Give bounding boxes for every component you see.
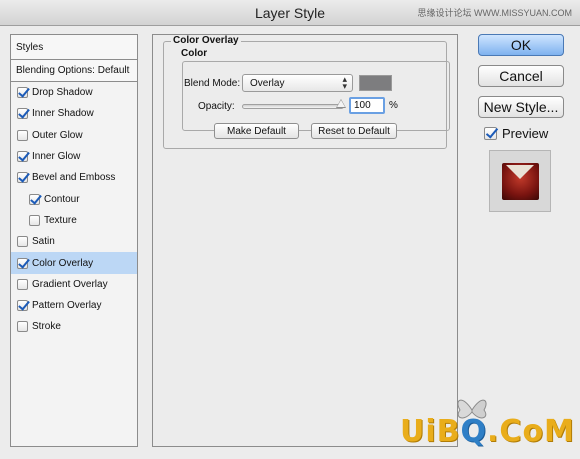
preview-toggle[interactable]: Preview [484, 126, 548, 141]
style-item-stroke[interactable]: Stroke [11, 316, 137, 337]
style-item-label: Bevel and Emboss [32, 172, 116, 184]
preview-label: Preview [502, 126, 549, 141]
satin-checkbox[interactable] [17, 236, 28, 248]
blend-mode-value: Overlay [250, 78, 285, 89]
title-bar: Layer Style 思缘设计论坛 WWW.MISSYUAN.COM [0, 0, 580, 26]
style-item-label: Drop Shadow [32, 87, 93, 99]
style-item-bevel-emboss[interactable]: Bevel and Emboss [11, 167, 137, 188]
inner-glow-checkbox[interactable] [17, 151, 28, 163]
outer-glow-checkbox[interactable] [17, 129, 28, 141]
style-item-drop-shadow[interactable]: Drop Shadow [11, 82, 137, 103]
color-overlay-heading: Color Overlay [171, 35, 241, 46]
reset-to-default-button[interactable]: Reset to Default [311, 123, 397, 139]
styles-list-panel: Styles Blending Options: Default Drop Sh… [10, 34, 138, 447]
opacity-slider-thumb[interactable] [336, 99, 346, 108]
blend-mode-select[interactable]: Overlay ▴ ▾ [242, 74, 353, 92]
color-group [182, 61, 450, 131]
color-overlay-checkbox[interactable] [17, 257, 28, 269]
style-item-label: Color Overlay [32, 257, 94, 269]
styles-header[interactable]: Styles [11, 35, 137, 60]
cancel-button[interactable]: Cancel [478, 65, 564, 87]
site-logo-text: UiBQ.CoM [400, 414, 575, 449]
inner-shadow-checkbox[interactable] [17, 108, 28, 120]
style-item-gradient-overlay[interactable]: Gradient Overlay [11, 274, 137, 295]
style-item-label: Texture [44, 214, 77, 226]
stroke-checkbox[interactable] [17, 321, 28, 333]
blend-mode-label: Blend Mode: [184, 78, 241, 89]
texture-checkbox[interactable] [29, 214, 40, 226]
style-item-label: Inner Glow [32, 151, 81, 163]
style-item-inner-glow[interactable]: Inner Glow [11, 146, 137, 167]
style-item-texture[interactable]: Texture [11, 210, 137, 231]
settings-panel: Blend Mode: Overlay ▴ ▾ Opacity: 100 % Co… [152, 34, 458, 447]
site-logo: UiBQ.CoM [400, 392, 574, 452]
blending-options-item[interactable]: Blending Options: Default [11, 60, 137, 82]
style-item-inner-shadow[interactable]: Inner Shadow [11, 103, 137, 124]
overlay-color-swatch[interactable] [359, 75, 392, 91]
make-default-button[interactable]: Make Default [214, 123, 299, 139]
ok-button[interactable]: OK [478, 34, 564, 56]
preview-shape [506, 165, 534, 179]
opacity-slider-track[interactable] [242, 104, 344, 109]
drop-shadow-checkbox[interactable] [17, 87, 28, 99]
opacity-input[interactable]: 100 [349, 97, 385, 114]
style-item-label: Pattern Overlay [32, 300, 102, 312]
preview-checkbox[interactable] [484, 127, 497, 140]
style-preview-thumbnail [489, 150, 551, 212]
style-item-color-overlay[interactable]: Color Overlay [11, 252, 137, 274]
style-item-label: Inner Shadow [32, 108, 94, 120]
gradient-overlay-checkbox[interactable] [17, 278, 28, 290]
pattern-overlay-checkbox[interactable] [17, 300, 28, 312]
style-item-label: Outer Glow [32, 129, 83, 141]
style-item-label: Gradient Overlay [32, 278, 108, 290]
opacity-unit: % [389, 100, 398, 111]
color-group-heading: Color [179, 48, 210, 59]
bevel-emboss-checkbox[interactable] [17, 172, 28, 184]
updown-arrow-icon: ▴ ▾ [342, 74, 347, 91]
new-style-button[interactable]: New Style... [478, 96, 564, 118]
style-item-contour[interactable]: Contour [11, 188, 137, 209]
style-item-label: Contour [44, 193, 80, 205]
contour-checkbox[interactable] [29, 193, 40, 205]
preview-image [502, 163, 539, 200]
style-item-label: Satin [32, 236, 55, 248]
style-item-satin[interactable]: Satin [11, 231, 137, 252]
watermark-text: 思缘设计论坛 WWW.MISSYUAN.COM [417, 8, 573, 18]
opacity-label: Opacity: [198, 101, 235, 112]
style-item-pattern-overlay[interactable]: Pattern Overlay [11, 295, 137, 316]
style-item-label: Stroke [32, 321, 61, 333]
style-item-outer-glow[interactable]: Outer Glow [11, 125, 137, 146]
